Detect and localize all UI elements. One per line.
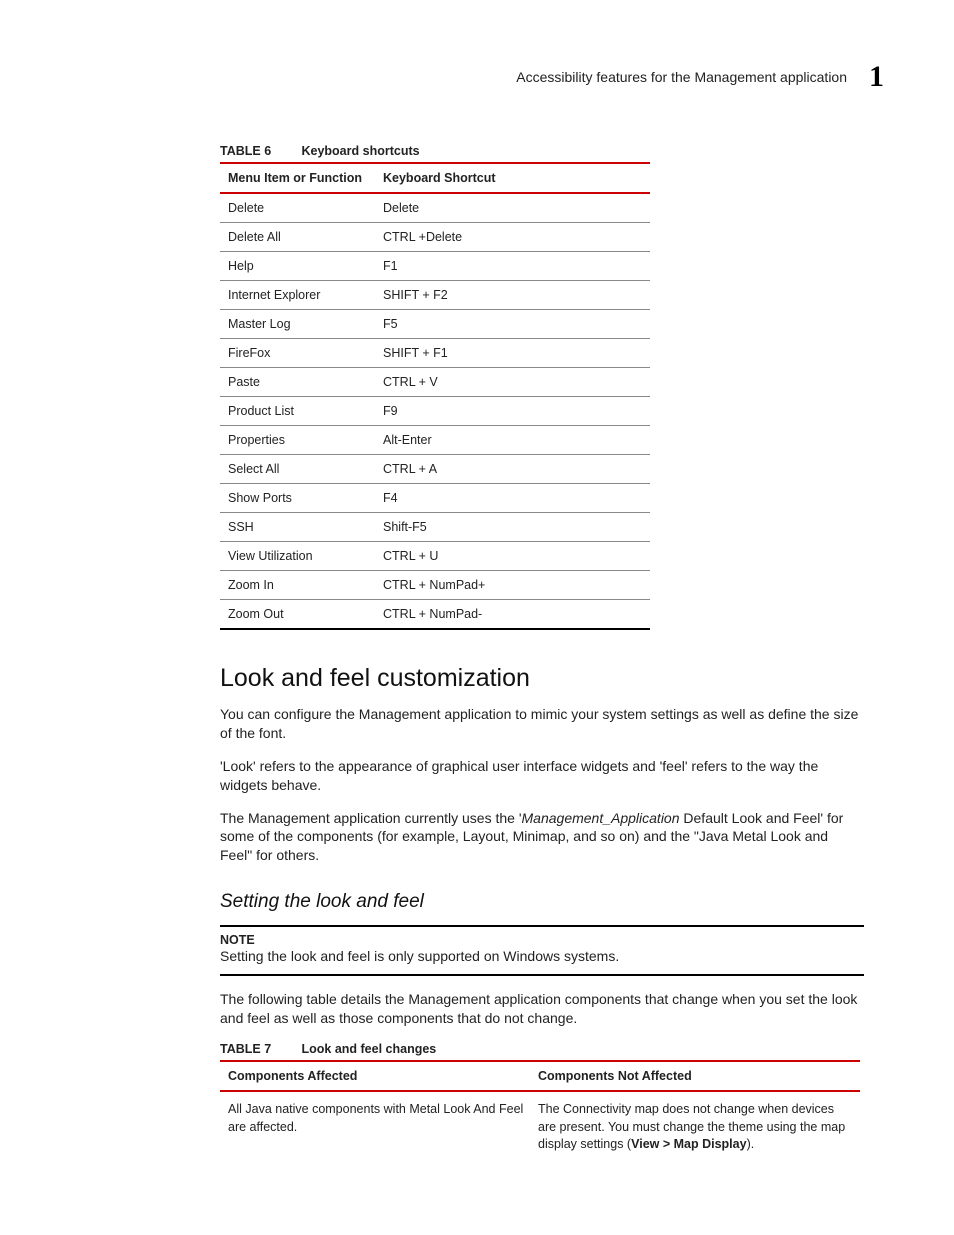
table6-header-fn: Menu Item or Function — [220, 163, 375, 193]
table-row: Zoom OutCTRL + NumPad- — [220, 600, 650, 630]
paragraph: 'Look' refers to the appearance of graph… — [220, 757, 864, 795]
page: Accessibility features for the Managemen… — [0, 0, 954, 1235]
chapter-number: 1 — [869, 60, 884, 94]
paragraph: The following table details the Manageme… — [220, 990, 864, 1028]
header-title: Accessibility features for the Managemen… — [516, 69, 847, 85]
table-row: View UtilizationCTRL + U — [220, 542, 650, 571]
table6-title: Keyboard shortcuts — [301, 144, 419, 158]
table7-caption: TABLE 7 Look and feel changes — [220, 1042, 864, 1056]
table7-cell-not-affected: The Connectivity map does not change whe… — [530, 1091, 860, 1161]
table-row: Delete AllCTRL +Delete — [220, 223, 650, 252]
table7-label: TABLE 7 — [220, 1042, 298, 1056]
table-row: Product ListF9 — [220, 397, 650, 426]
main-content: TABLE 6 Keyboard shortcuts Menu Item or … — [220, 144, 864, 1161]
table-row: Zoom InCTRL + NumPad+ — [220, 571, 650, 600]
table7: Components Affected Components Not Affec… — [220, 1060, 860, 1161]
table-row: PropertiesAlt-Enter — [220, 426, 650, 455]
table-row: All Java native components with Metal Lo… — [220, 1091, 860, 1161]
table6-header-sc: Keyboard Shortcut — [375, 163, 650, 193]
table-row: HelpF1 — [220, 252, 650, 281]
table6-caption: TABLE 6 Keyboard shortcuts — [220, 144, 864, 158]
table-row: Show PortsF4 — [220, 484, 650, 513]
table7-header-not-affected: Components Not Affected — [530, 1061, 860, 1091]
table6-label: TABLE 6 — [220, 144, 298, 158]
table7-title: Look and feel changes — [301, 1042, 436, 1056]
table-row: Internet ExplorerSHIFT + F2 — [220, 281, 650, 310]
note-label: NOTE — [220, 933, 864, 947]
table7-header-affected: Components Affected — [220, 1061, 530, 1091]
table-row: Master LogF5 — [220, 310, 650, 339]
table-row: Select AllCTRL + A — [220, 455, 650, 484]
table-row: SSHShift-F5 — [220, 513, 650, 542]
table-row: PasteCTRL + V — [220, 368, 650, 397]
note-block: NOTE Setting the look and feel is only s… — [220, 925, 864, 976]
running-header: Accessibility features for the Managemen… — [70, 60, 884, 94]
paragraph: The Management application currently use… — [220, 809, 864, 866]
table6: Menu Item or Function Keyboard Shortcut … — [220, 162, 650, 630]
subsection-heading-setting-look-and-feel: Setting the look and feel — [220, 891, 864, 913]
note-text: Setting the look and feel is only suppor… — [220, 948, 619, 964]
table-row: FireFoxSHIFT + F1 — [220, 339, 650, 368]
paragraph: You can configure the Management applica… — [220, 705, 864, 743]
table-row: DeleteDelete — [220, 193, 650, 223]
section-heading-look-and-feel: Look and feel customization — [220, 664, 864, 693]
table7-cell-affected: All Java native components with Metal Lo… — [220, 1091, 530, 1161]
